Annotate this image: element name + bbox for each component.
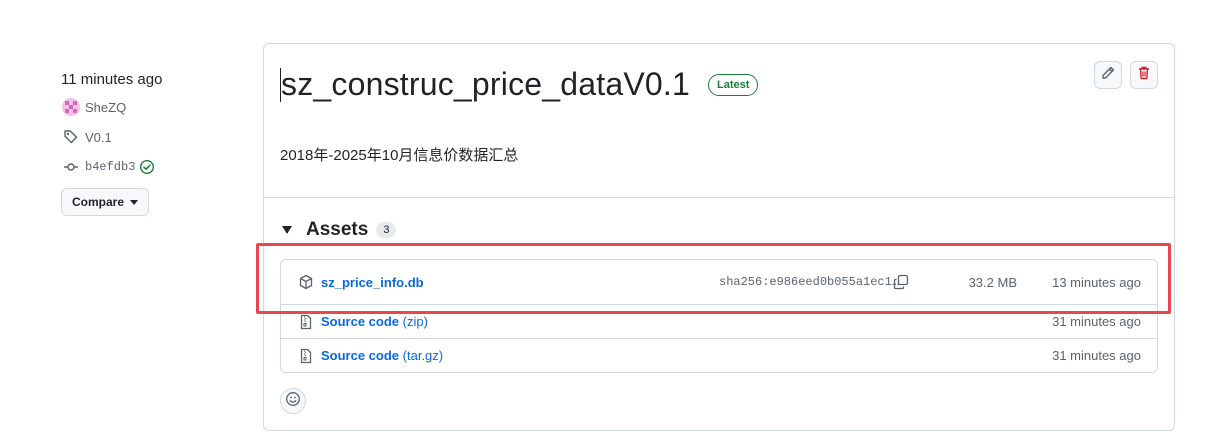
author-name[interactable]: SheZQ bbox=[85, 100, 126, 115]
latest-badge: Latest bbox=[708, 73, 759, 96]
asset-time: 13 minutes ago bbox=[1052, 274, 1141, 290]
tag-row[interactable]: V0.1 bbox=[61, 122, 241, 152]
smiley-icon bbox=[285, 391, 301, 412]
asset-link[interactable]: sz_price_info.db bbox=[321, 275, 424, 290]
asset-sha: sha256:e986eed0b055a1ec1… bbox=[719, 275, 900, 289]
assets-count: 3 bbox=[376, 222, 397, 238]
package-icon bbox=[297, 273, 315, 291]
asset-row: Source code (zip) 31 minutes ago bbox=[281, 304, 1157, 338]
author-row[interactable]: SheZQ bbox=[61, 92, 241, 122]
avatar-wrap bbox=[61, 97, 81, 117]
chevron-down-icon bbox=[130, 199, 139, 205]
pencil-icon bbox=[1100, 65, 1116, 86]
compare-button[interactable]: Compare bbox=[61, 188, 150, 216]
source-targz-suffix: (tar.gz) bbox=[402, 348, 444, 363]
file-zip-icon bbox=[297, 347, 315, 365]
release-card: sz_construc_price_dataV0.1 Latest 2018年-… bbox=[263, 43, 1175, 431]
source-zip-suffix: (zip) bbox=[402, 314, 428, 329]
triangle-down-icon bbox=[282, 226, 292, 234]
commit-icon bbox=[61, 157, 81, 177]
release-description: 2018年-2025年10月信息价数据汇总 bbox=[280, 147, 519, 164]
avatar[interactable] bbox=[62, 98, 80, 116]
asset-row: Source code (tar.gz) 31 minutes ago bbox=[281, 338, 1157, 372]
commit-sha[interactable]: b4efdb3 bbox=[85, 160, 135, 174]
release-meta: 11 minutes ago SheZQ V0.1 b4efdb3 Compar… bbox=[61, 68, 241, 216]
delete-button[interactable] bbox=[1130, 61, 1158, 89]
tag-name[interactable]: V0.1 bbox=[85, 130, 112, 145]
assets-toggle[interactable]: Assets 3 bbox=[280, 219, 397, 241]
divider bbox=[264, 197, 1174, 198]
verified-icon[interactable] bbox=[137, 157, 157, 177]
compare-label: Compare bbox=[72, 195, 125, 209]
commit-row[interactable]: b4efdb3 bbox=[61, 152, 241, 182]
asset-size: 33.2 MB bbox=[968, 274, 1017, 290]
source-targz-link[interactable]: Source code (tar.gz) bbox=[321, 348, 443, 363]
source-code-label: Source code bbox=[321, 348, 400, 363]
source-code-label: Source code bbox=[321, 314, 400, 329]
file-zip-icon bbox=[297, 313, 315, 331]
source-zip-link[interactable]: Source code (zip) bbox=[321, 314, 428, 329]
release-time: 11 minutes ago bbox=[61, 71, 163, 88]
trash-icon bbox=[1136, 65, 1152, 86]
asset-time: 31 minutes ago bbox=[1052, 348, 1141, 363]
asset-row: sz_price_info.db sha256:e986eed0b055a1ec… bbox=[281, 260, 1157, 304]
asset-time: 31 minutes ago bbox=[1052, 314, 1141, 329]
tag-icon bbox=[61, 127, 81, 147]
add-reaction-button[interactable] bbox=[280, 388, 306, 414]
assets-heading: Assets bbox=[306, 219, 369, 240]
release-title[interactable]: sz_construc_price_dataV0.1 bbox=[281, 66, 690, 103]
copy-icon[interactable] bbox=[891, 272, 911, 292]
asset-list: sz_price_info.db sha256:e986eed0b055a1ec… bbox=[280, 259, 1158, 373]
release-title-row: sz_construc_price_dataV0.1 Latest bbox=[280, 66, 759, 103]
edit-button[interactable] bbox=[1094, 61, 1122, 89]
